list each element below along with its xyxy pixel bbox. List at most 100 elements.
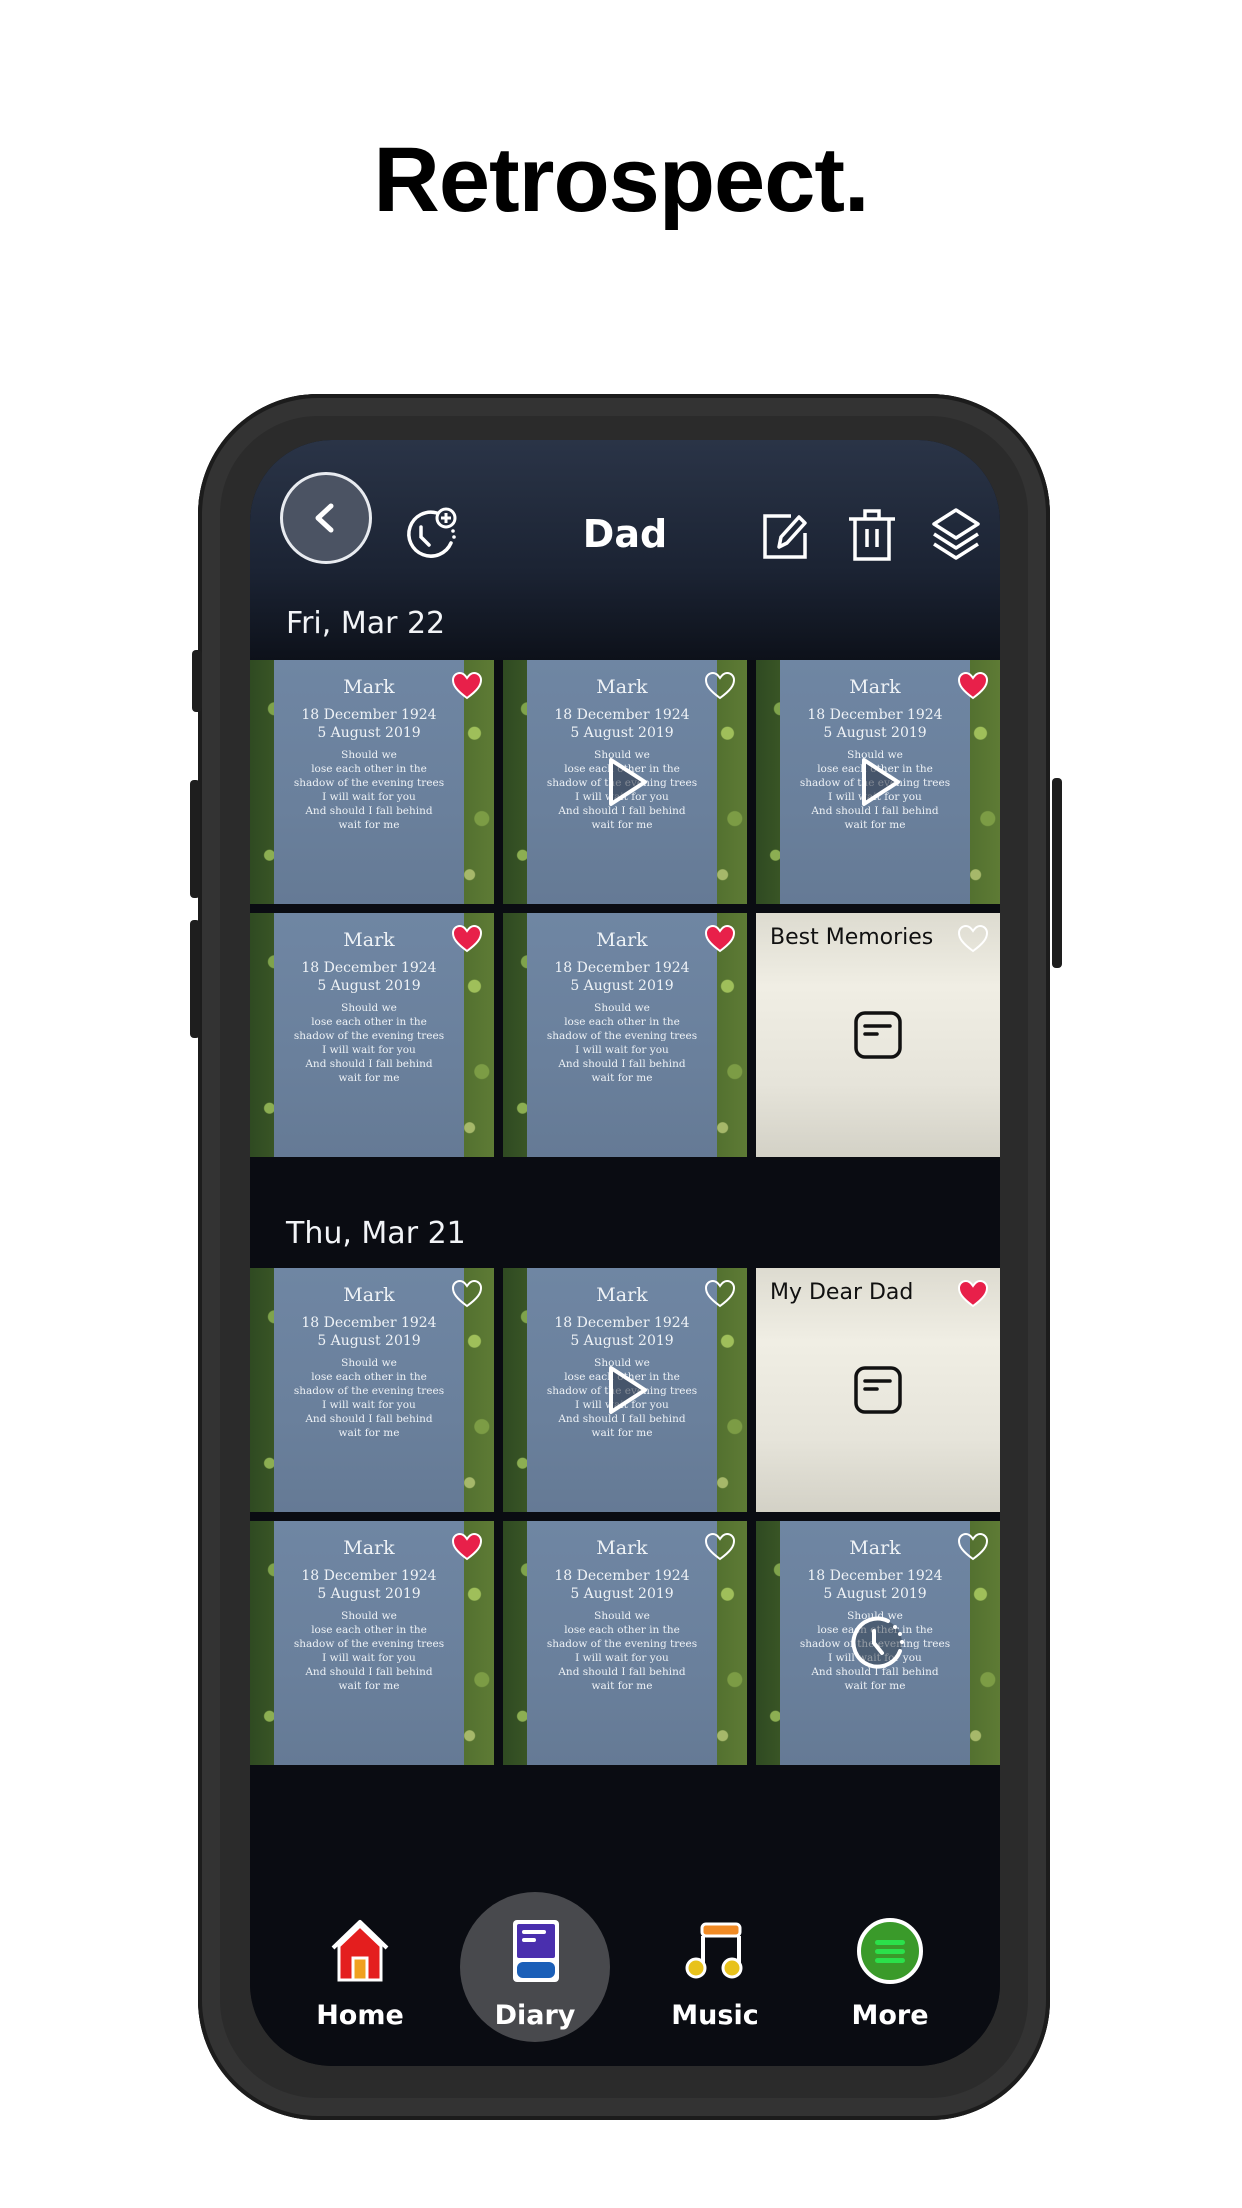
verse-line: wait for me bbox=[591, 1072, 653, 1084]
note-title: My Dear Dad bbox=[770, 1280, 914, 1305]
heart-filled-icon[interactable] bbox=[451, 671, 483, 700]
heart-outline-icon[interactable] bbox=[957, 924, 989, 953]
slate-born: 18 December 1924 bbox=[554, 960, 690, 976]
more-menu-icon bbox=[857, 1918, 923, 1984]
verse-line: wait for me bbox=[844, 819, 906, 831]
slate-died: 5 August 2019 bbox=[823, 725, 927, 741]
verse-line: I will wait for you bbox=[322, 1044, 416, 1056]
note-tile[interactable]: Best Memories bbox=[756, 913, 1000, 1157]
video-tile[interactable]: Mark 18 December 1924 5 August 2019 Should … bbox=[756, 660, 1000, 904]
heart-filled-icon[interactable] bbox=[957, 1279, 989, 1308]
verse-line: wait for me bbox=[844, 1680, 906, 1692]
verse-line: lose each other in the bbox=[311, 1624, 427, 1636]
verse-line: wait for me bbox=[591, 819, 653, 831]
heart-filled-icon[interactable] bbox=[704, 924, 736, 953]
verse-line: Should we bbox=[594, 1002, 650, 1014]
header: Dad Fri, Mar 22 bbox=[250, 440, 1000, 660]
nav-item-home[interactable]: Home bbox=[285, 1900, 435, 2050]
verse-line: shadow of the evening trees bbox=[293, 1638, 445, 1650]
play-icon bbox=[609, 1366, 647, 1414]
memorial-slate: Mark 18 December 1924 5 August 2019 Should … bbox=[527, 1521, 717, 1765]
slate-born: 18 December 1924 bbox=[301, 960, 437, 976]
verse-line: shadow of the evening trees bbox=[546, 1030, 698, 1042]
verse-line: And should I fall behind bbox=[558, 1058, 686, 1070]
edit-button[interactable] bbox=[760, 510, 812, 562]
slate-born: 18 December 1924 bbox=[554, 707, 690, 723]
slate-name: Mark bbox=[849, 1537, 901, 1559]
verse-line: I will wait for you bbox=[322, 1652, 416, 1664]
verse-line: lose each other in the bbox=[564, 1624, 680, 1636]
verse-line: wait for me bbox=[338, 819, 400, 831]
note-tile[interactable]: My Dear Dad bbox=[756, 1268, 1000, 1512]
slate-verse: Should we lose each other in the shadow of… bbox=[274, 1609, 464, 1693]
verse-line: lose each other in the bbox=[311, 763, 427, 775]
heart-outline-icon[interactable] bbox=[957, 1532, 989, 1561]
power-button bbox=[1052, 778, 1062, 968]
home-icon bbox=[331, 1920, 389, 1982]
heart-filled-icon[interactable] bbox=[451, 1532, 483, 1561]
verse-line: I will wait for you bbox=[322, 1399, 416, 1411]
slate-name: Mark bbox=[596, 1284, 648, 1306]
slate-died: 5 August 2019 bbox=[823, 1586, 927, 1602]
verse-line: And should I fall behind bbox=[558, 1666, 686, 1678]
slate-died: 5 August 2019 bbox=[317, 725, 421, 741]
verse-line: lose each other in the bbox=[311, 1371, 427, 1383]
section-date-thu: Thu, Mar 21 bbox=[286, 1216, 466, 1251]
slate-verse: Should we lose each other in the shadow of… bbox=[274, 1001, 464, 1085]
nav-item-diary[interactable]: Diary bbox=[460, 1900, 610, 2050]
photo-tile[interactable]: Mark 18 December 1924 5 August 2019 Should … bbox=[503, 1521, 747, 1765]
verse-line: I will wait for you bbox=[575, 1044, 669, 1056]
slate-born: 18 December 1924 bbox=[301, 1568, 437, 1584]
trash-icon bbox=[849, 509, 895, 561]
nav-label-diary: Diary bbox=[494, 2000, 576, 2031]
verse-line: wait for me bbox=[591, 1427, 653, 1439]
section-date-fri: Fri, Mar 22 bbox=[286, 606, 446, 641]
scheduled-tile[interactable]: Mark 18 December 1924 5 August 2019 Should … bbox=[756, 1521, 1000, 1765]
photo-tile[interactable]: Mark 18 December 1924 5 August 2019 Should … bbox=[503, 913, 747, 1157]
photo-tile[interactable]: Mark 18 December 1924 5 August 2019 Should … bbox=[250, 1521, 494, 1765]
delete-button[interactable] bbox=[846, 506, 898, 564]
slate-died: 5 August 2019 bbox=[317, 978, 421, 994]
volume-up-button bbox=[190, 780, 200, 898]
heart-outline-icon[interactable] bbox=[451, 1279, 483, 1308]
slate-name: Mark bbox=[343, 676, 395, 698]
slate-verse: Should we lose each other in the shadow of… bbox=[274, 748, 464, 832]
verse-line: shadow of the evening trees bbox=[293, 777, 445, 789]
verse-line: shadow of the evening trees bbox=[546, 1638, 698, 1650]
video-tile[interactable]: Mark 18 December 1924 5 August 2019 Should … bbox=[503, 660, 747, 904]
photo-tile[interactable]: Mark 18 December 1924 5 August 2019 Should … bbox=[250, 1268, 494, 1512]
slate-born: 18 December 1924 bbox=[301, 1315, 437, 1331]
nav-item-more[interactable]: More bbox=[815, 1900, 965, 2050]
photo-tile[interactable]: Mark 18 December 1924 5 August 2019 Should … bbox=[250, 660, 494, 904]
nav-label-home: Home bbox=[316, 2000, 404, 2031]
verse-line: I will wait for you bbox=[575, 1652, 669, 1664]
diary-book-icon bbox=[513, 1920, 559, 1982]
memorial-slate: Mark 18 December 1924 5 August 2019 Should … bbox=[274, 913, 464, 1157]
nav-item-music[interactable]: Music bbox=[640, 1900, 790, 2050]
slate-born: 18 December 1924 bbox=[301, 707, 437, 723]
layers-button[interactable] bbox=[930, 506, 982, 564]
memorial-slate: Mark 18 December 1924 5 August 2019 Should … bbox=[527, 913, 717, 1157]
mute-switch bbox=[192, 650, 202, 712]
scheduled-clock-icon bbox=[851, 1616, 904, 1669]
heart-outline-icon[interactable] bbox=[704, 1532, 736, 1561]
video-tile[interactable]: Mark 18 December 1924 5 August 2019 Should … bbox=[503, 1268, 747, 1512]
volume-down-button bbox=[190, 920, 200, 1038]
verse-line: lose each other in the bbox=[564, 1016, 680, 1028]
edit-icon bbox=[763, 514, 807, 559]
slate-name: Mark bbox=[343, 1284, 395, 1306]
slate-died: 5 August 2019 bbox=[317, 1333, 421, 1349]
verse-line: wait for me bbox=[591, 1680, 653, 1692]
heart-filled-icon[interactable] bbox=[451, 924, 483, 953]
bottom-nav: Home Diary Music More bbox=[250, 1892, 1000, 2066]
play-icon bbox=[862, 758, 900, 806]
photo-tile[interactable]: Mark 18 December 1924 5 August 2019 Should … bbox=[250, 913, 494, 1157]
verse-line: And should I fall behind bbox=[305, 1666, 433, 1678]
slate-verse: Should we lose each other in the shadow of… bbox=[274, 1356, 464, 1440]
slate-born: 18 December 1924 bbox=[554, 1315, 690, 1331]
heart-filled-icon[interactable] bbox=[957, 671, 989, 700]
heart-outline-icon[interactable] bbox=[704, 671, 736, 700]
verse-line: Should we bbox=[341, 1002, 397, 1014]
slate-verse: Should we lose each other in the shadow of… bbox=[527, 1609, 717, 1693]
heart-outline-icon[interactable] bbox=[704, 1279, 736, 1308]
